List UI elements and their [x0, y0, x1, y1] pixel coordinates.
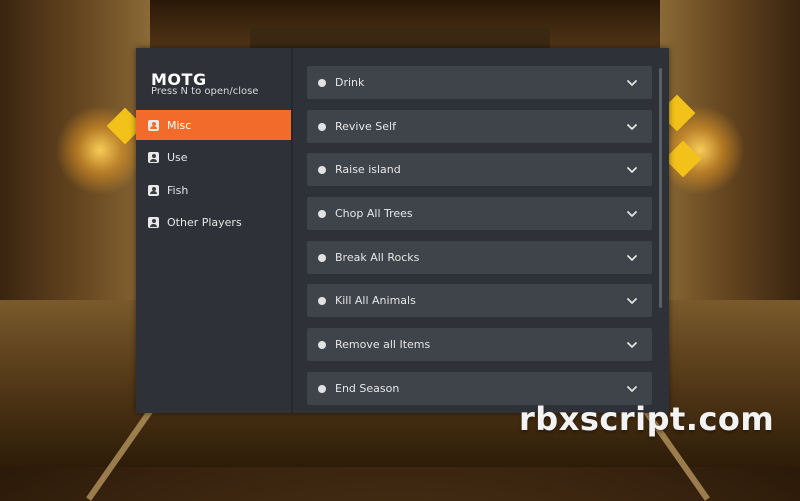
dropdown-label: Chop All Trees: [335, 207, 413, 220]
sidebar-item-label: Other Players: [167, 216, 242, 229]
person-icon: [148, 119, 159, 131]
sidebar-item-label: Use: [167, 151, 188, 164]
bullet-icon: [318, 253, 326, 262]
bullet-icon: [318, 296, 326, 305]
bullet-icon: [318, 122, 326, 131]
sidebar-item-fish[interactable]: Fish: [136, 175, 291, 205]
chevron-down-icon: [627, 385, 637, 392]
dropdown-label: End Season: [335, 382, 400, 395]
bullet-icon: [318, 384, 326, 393]
chevron-down-icon: [627, 166, 637, 173]
chevron-down-icon: [627, 79, 637, 86]
main-content: Drink Revive Self Raise island Chop All …: [293, 48, 669, 413]
dropdown-label: Break All Rocks: [335, 251, 420, 264]
dropdown-label: Revive Self: [335, 120, 396, 133]
dropdown-kill-all-animals[interactable]: Kill All Animals: [307, 284, 652, 317]
person-icon: [148, 152, 159, 163]
sidebar-item-other-players[interactable]: Other Players: [136, 208, 291, 238]
chevron-down-icon: [627, 341, 637, 348]
person-icon: [148, 217, 159, 228]
dropdown-raise-island[interactable]: Raise island: [307, 153, 652, 186]
chevron-down-icon: [627, 297, 637, 304]
bullet-icon: [318, 340, 326, 349]
sidebar: MOTG Press N to open/close Misc Use Fish…: [136, 48, 291, 413]
chevron-down-icon: [627, 210, 637, 217]
dropdown-drink[interactable]: Drink: [307, 66, 652, 99]
dropdown-label: Raise island: [335, 163, 401, 176]
sidebar-item-misc[interactable]: Misc: [136, 110, 291, 140]
dropdown-break-all-rocks[interactable]: Break All Rocks: [307, 241, 652, 274]
dropdown-label: Kill All Animals: [335, 294, 416, 307]
dropdown-label: Remove all Items: [335, 338, 431, 351]
dropdown-remove-all-items[interactable]: Remove all Items: [307, 328, 652, 361]
scrollbar[interactable]: [659, 68, 662, 308]
person-icon: [148, 184, 159, 196]
chevron-down-icon: [627, 123, 637, 130]
chevron-down-icon: [627, 254, 637, 261]
sidebar-nav: Misc Use Fish Other Players: [136, 110, 291, 240]
dropdown-label: Drink: [335, 76, 365, 89]
dropdown-chop-all-trees[interactable]: Chop All Trees: [307, 197, 652, 230]
dropdown-revive-self[interactable]: Revive Self: [307, 110, 652, 143]
sidebar-item-label: Fish: [167, 183, 189, 197]
bullet-icon: [318, 209, 326, 218]
bullet-icon: [318, 78, 326, 87]
sidebar-item-label: Misc: [167, 118, 192, 132]
watermark: rbxscript.com: [519, 400, 775, 438]
script-window: MOTG Press N to open/close Misc Use Fish…: [136, 48, 669, 413]
window-subtitle: Press N to open/close: [151, 86, 259, 97]
bullet-icon: [318, 165, 326, 174]
sidebar-item-use[interactable]: Use: [136, 143, 291, 173]
